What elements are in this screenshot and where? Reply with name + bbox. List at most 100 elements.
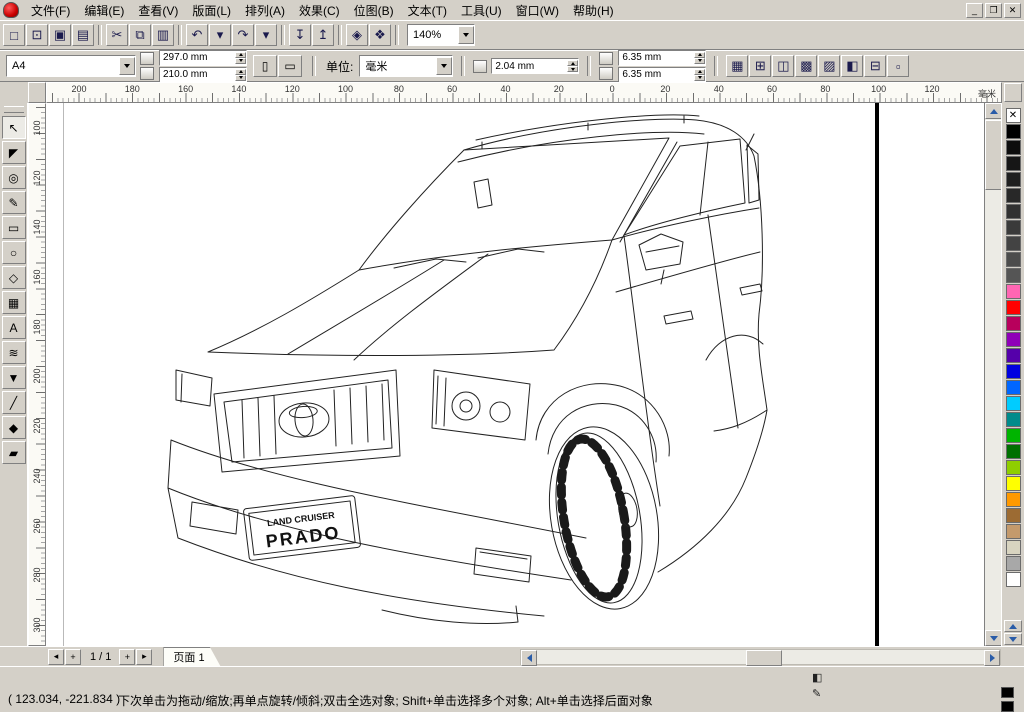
snap-to-grid-button[interactable]: ▦: [726, 55, 748, 77]
palette-swatch[interactable]: [1006, 348, 1021, 363]
nonprinting-chars-button[interactable]: ⊟: [864, 55, 886, 77]
duplicate-y-spinner[interactable]: 6.35 mm: [618, 67, 706, 83]
menu-help[interactable]: 帮助(H): [566, 0, 621, 21]
symbols-button[interactable]: ❖: [369, 24, 391, 46]
palette-swatch[interactable]: [1006, 540, 1021, 555]
fill-tool[interactable]: ◆: [2, 416, 26, 439]
menu-window[interactable]: 窗口(W): [509, 0, 566, 21]
palette-swatch[interactable]: [1006, 124, 1021, 139]
page-tab[interactable]: 页面 1: [163, 647, 220, 667]
palette-swatch[interactable]: [1006, 332, 1021, 347]
menu-tools[interactable]: 工具(U): [454, 0, 509, 21]
palette-swatch[interactable]: [1006, 140, 1021, 155]
horizontal-scrollbar[interactable]: [520, 649, 1001, 665]
palette-swatch[interactable]: [1006, 556, 1021, 571]
nudge-offset-spinner[interactable]: 2.04 mm: [491, 58, 579, 74]
scroll-up-icon[interactable]: [985, 103, 1002, 119]
open-button[interactable]: ⊡: [26, 24, 48, 46]
export-button[interactable]: ↥: [312, 24, 334, 46]
freehand-tool[interactable]: ✎: [2, 191, 26, 214]
palette-swatch[interactable]: [1006, 188, 1021, 203]
zoom-dropdown-icon[interactable]: [458, 26, 474, 44]
palette-swatch[interactable]: [1006, 108, 1021, 123]
palette-swatch[interactable]: [1006, 364, 1021, 379]
paper-width-spinner[interactable]: 297.0 mm: [159, 50, 247, 66]
palette-swatch[interactable]: [1006, 220, 1021, 235]
maximize-button[interactable]: ❐: [985, 3, 1002, 18]
new-document-button[interactable]: □: [3, 24, 25, 46]
add-page-before-button[interactable]: +: [65, 649, 81, 665]
snap-to-guidelines-button[interactable]: ⊞: [749, 55, 771, 77]
palette-swatch[interactable]: [1006, 284, 1021, 299]
text-tool[interactable]: A: [2, 316, 26, 339]
palette-swatch[interactable]: [1006, 268, 1021, 283]
zoom-level-combobox[interactable]: 140%: [407, 24, 475, 46]
cut-button[interactable]: ✂: [106, 24, 128, 46]
palette-swatch[interactable]: [1006, 460, 1021, 475]
undo-dropdown-icon[interactable]: ▾: [209, 24, 231, 46]
scroll-right-icon[interactable]: [984, 650, 1000, 666]
decrement-icon[interactable]: [694, 75, 705, 81]
add-page-after-button[interactable]: +: [119, 649, 135, 665]
palette-swatch[interactable]: [1006, 380, 1021, 395]
menu-layout[interactable]: 版面(L): [185, 0, 238, 21]
palette-swatch[interactable]: [1006, 204, 1021, 219]
decrement-icon[interactable]: [235, 75, 246, 81]
palette-swatch[interactable]: [1006, 252, 1021, 267]
close-button[interactable]: ✕: [1004, 3, 1021, 18]
menu-view[interactable]: 查看(V): [131, 0, 185, 21]
duplicate-x-spinner[interactable]: 6.35 mm: [618, 50, 706, 66]
graph-paper-tool[interactable]: ▦: [2, 291, 26, 314]
paper-size-combobox[interactable]: A4: [6, 55, 136, 77]
palette-swatch[interactable]: [1006, 300, 1021, 315]
import-button[interactable]: ↧: [289, 24, 311, 46]
polygon-tool[interactable]: ◇: [2, 266, 26, 289]
portrait-button[interactable]: ▯: [253, 55, 277, 77]
ellipse-tool[interactable]: ○: [2, 241, 26, 264]
palette-swatch[interactable]: [1006, 172, 1021, 187]
paper-size-dropdown-icon[interactable]: [119, 57, 135, 75]
palette-swatch[interactable]: [1006, 508, 1021, 523]
palette-swatch[interactable]: [1006, 428, 1021, 443]
menu-edit[interactable]: 编辑(E): [77, 0, 131, 21]
paste-button[interactable]: ▥: [152, 24, 174, 46]
ruler-origin-button[interactable]: [28, 82, 46, 103]
prado-line-drawing[interactable]: LAND CRUISER PRADO: [146, 108, 776, 643]
save-button[interactable]: ▣: [49, 24, 71, 46]
palette-swatch[interactable]: [1006, 476, 1021, 491]
copy-button[interactable]: ⧉: [129, 24, 151, 46]
interactive-fill-tool[interactable]: ▰: [2, 441, 26, 464]
palette-swatch[interactable]: [1006, 444, 1021, 459]
snap-to-objects-button[interactable]: ◫: [772, 55, 794, 77]
palette-swatch[interactable]: [1006, 316, 1021, 331]
draw-complex-button[interactable]: ◧: [841, 55, 863, 77]
palette-swatch[interactable]: [1006, 492, 1021, 507]
rectangle-tool[interactable]: ▭: [2, 216, 26, 239]
menu-effects[interactable]: 效果(C): [292, 0, 347, 21]
prev-page-button[interactable]: ◂: [48, 649, 64, 665]
vertical-ruler[interactable]: 100120140160180200220240260280300: [28, 103, 46, 646]
palette-swatch[interactable]: [1006, 412, 1021, 427]
paper-height-spinner[interactable]: 210.0 mm: [159, 67, 247, 83]
menu-text[interactable]: 文本(T): [401, 0, 454, 21]
horizontal-ruler[interactable]: 2001801601401201008060402002040608010012…: [46, 82, 1002, 103]
redo-dropdown-icon[interactable]: ▾: [255, 24, 277, 46]
pick-tool[interactable]: ↖: [2, 116, 26, 139]
vertical-scroll-thumb[interactable]: [985, 120, 1002, 190]
next-page-button[interactable]: ▸: [136, 649, 152, 665]
print-button[interactable]: ▤: [72, 24, 94, 46]
wireframe-view-button[interactable]: ▨: [818, 55, 840, 77]
eyedropper-tool[interactable]: ▼: [2, 366, 26, 389]
minimize-button[interactable]: _: [966, 3, 983, 18]
palette-scroll-down-icon[interactable]: [1004, 633, 1022, 645]
palette-swatch[interactable]: [1006, 156, 1021, 171]
palette-swatch[interactable]: [1006, 396, 1021, 411]
zoom-tool[interactable]: ◎: [2, 166, 26, 189]
vertical-scrollbar[interactable]: [984, 103, 1001, 646]
interactive-blend-tool[interactable]: ≋: [2, 341, 26, 364]
palette-swatch[interactable]: [1006, 524, 1021, 539]
shape-tool[interactable]: ◤: [2, 141, 26, 164]
ruler-options-button[interactable]: [1004, 83, 1022, 102]
units-combobox[interactable]: 毫米: [359, 55, 453, 77]
decrement-icon[interactable]: [694, 58, 705, 64]
